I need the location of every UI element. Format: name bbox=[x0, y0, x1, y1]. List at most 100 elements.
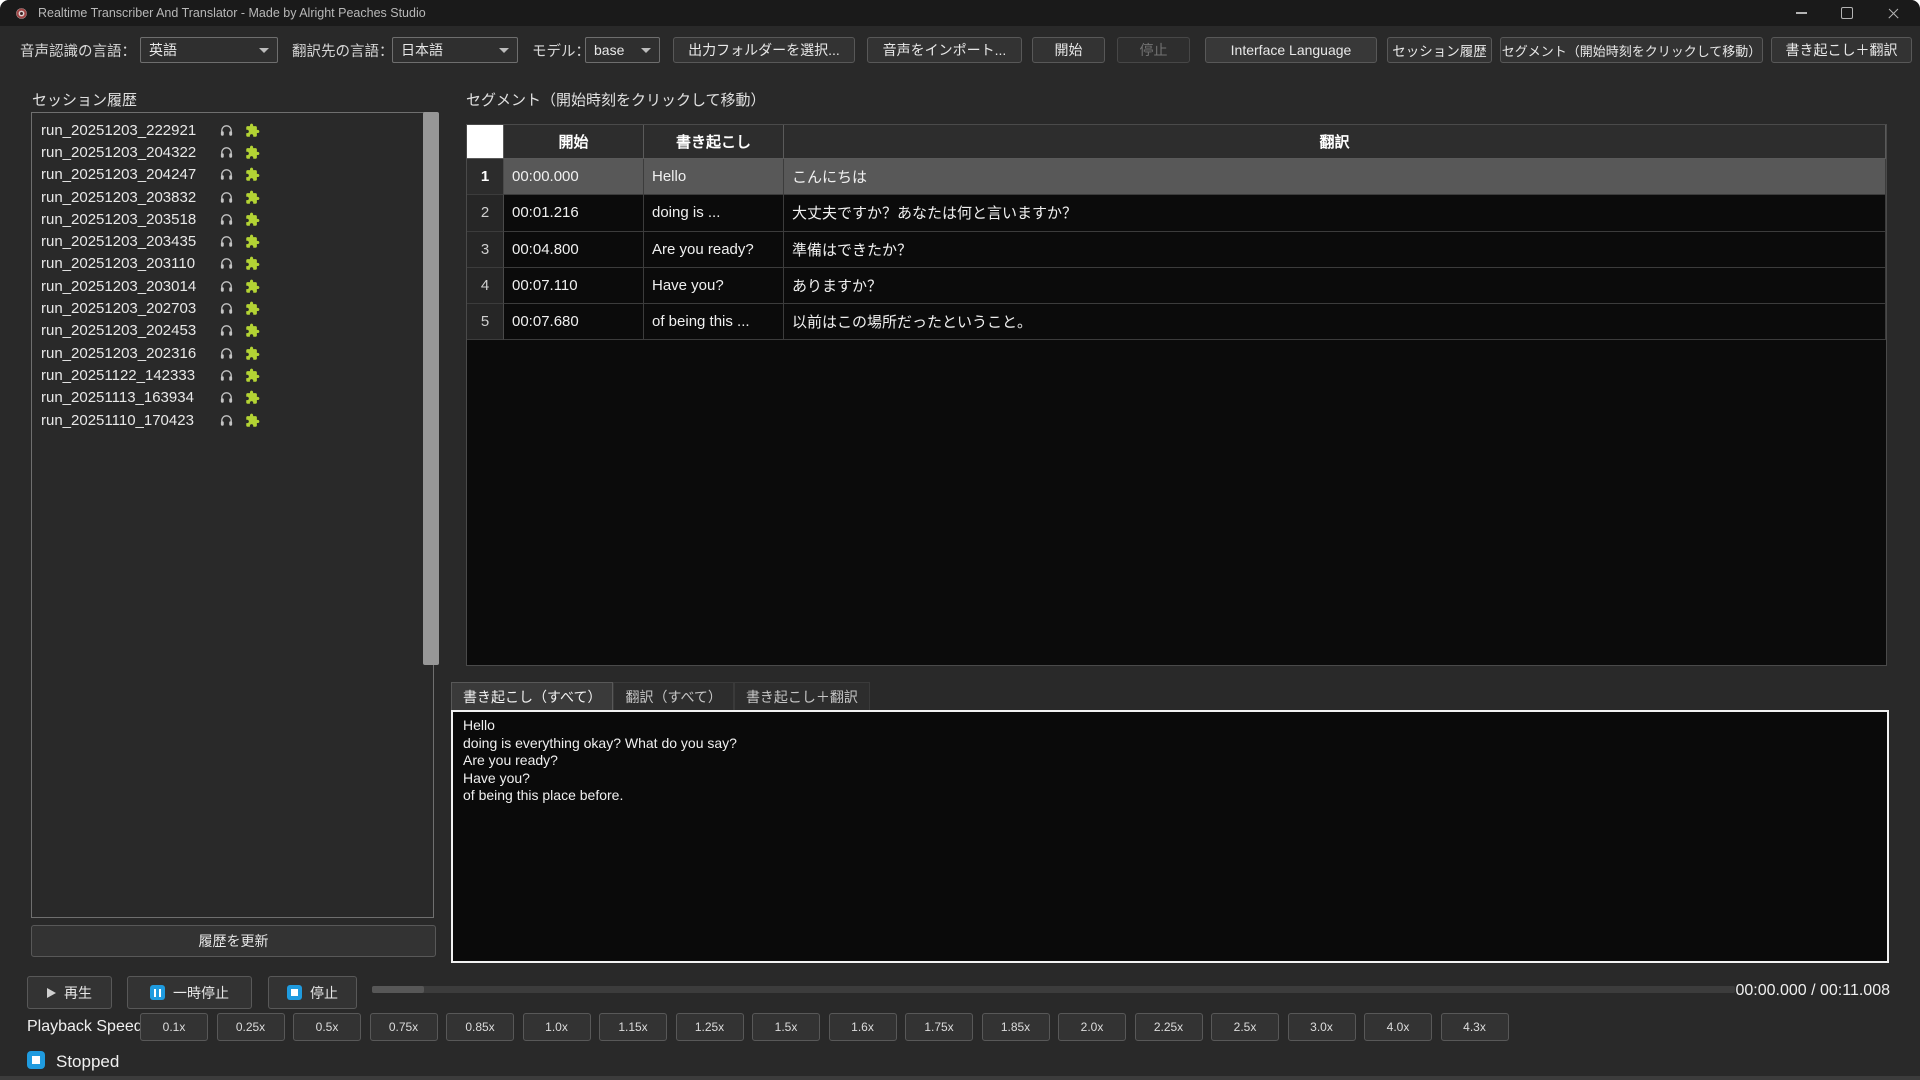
speed-button-2.0x[interactable]: 2.0x bbox=[1058, 1013, 1126, 1041]
segment-transcript[interactable]: of being this ... bbox=[644, 304, 784, 340]
speed-button-0.5x[interactable]: 0.5x bbox=[293, 1013, 361, 1041]
segment-row-number[interactable]: 1 bbox=[467, 159, 504, 195]
playback-speed-buttons: 0.1x 0.25x 0.5x 0.75x 0.85x 1.0x 1.15x 1.25x 1.5… bbox=[140, 1013, 1509, 1041]
speed-button-1.15x[interactable]: 1.15x bbox=[599, 1013, 667, 1041]
headphones-icon bbox=[219, 256, 234, 271]
session-list-item[interactable]: run_20251203_202703 bbox=[32, 297, 433, 319]
puzzle-icon bbox=[245, 190, 260, 205]
app-window: Realtime Transcriber And Translator - Ma… bbox=[0, 0, 1920, 1080]
segment-row-number[interactable]: 2 bbox=[467, 195, 504, 231]
tab-transcript-and-translation[interactable]: 書き起こし＋翻訳 bbox=[734, 682, 870, 710]
speed-button-2.5x[interactable]: 2.5x bbox=[1211, 1013, 1279, 1041]
segment-row-number[interactable]: 4 bbox=[467, 268, 504, 304]
puzzle-icon bbox=[245, 346, 260, 361]
segment-start-time[interactable]: 00:04.800 bbox=[504, 232, 644, 268]
speed-button-1.25x[interactable]: 1.25x bbox=[676, 1013, 744, 1041]
session-list-item[interactable]: run_20251203_203014 bbox=[32, 275, 433, 297]
session-list-item[interactable]: run_20251203_203110 bbox=[32, 253, 433, 275]
session-list-item[interactable]: run_20251110_170423 bbox=[32, 409, 433, 431]
table-corner-cell[interactable] bbox=[467, 125, 504, 159]
segment-transcript[interactable]: Are you ready? bbox=[644, 232, 784, 268]
session-item-label: run_20251203_204247 bbox=[41, 166, 217, 183]
minimize-button[interactable] bbox=[1778, 0, 1824, 26]
model-select[interactable]: base bbox=[585, 37, 660, 63]
speed-button-1.6x[interactable]: 1.6x bbox=[829, 1013, 897, 1041]
speed-button-0.1x[interactable]: 0.1x bbox=[140, 1013, 208, 1041]
session-list-item[interactable]: run_20251203_202316 bbox=[32, 342, 433, 364]
puzzle-icon bbox=[245, 323, 260, 338]
play-button[interactable]: 再生 bbox=[27, 976, 112, 1009]
segment-transcript[interactable]: doing is ... bbox=[644, 195, 784, 231]
speed-button-1.5x[interactable]: 1.5x bbox=[752, 1013, 820, 1041]
session-list-item[interactable]: run_20251203_204247 bbox=[32, 164, 433, 186]
session-list-item[interactable]: run_20251113_163934 bbox=[32, 387, 433, 409]
column-header-translation[interactable]: 翻訳 bbox=[784, 125, 1886, 159]
segment-start-time[interactable]: 00:00.000 bbox=[504, 159, 644, 195]
segment-start-time[interactable]: 00:07.680 bbox=[504, 304, 644, 340]
pause-button[interactable]: 一時停止 bbox=[127, 976, 252, 1009]
session-list-item[interactable]: run_20251203_203832 bbox=[32, 186, 433, 208]
segment-transcript[interactable]: Hello bbox=[644, 159, 784, 195]
seek-slider-handle[interactable] bbox=[372, 986, 424, 993]
column-header-transcript[interactable]: 書き起こし bbox=[644, 125, 784, 159]
segment-start-time[interactable]: 00:01.216 bbox=[504, 195, 644, 231]
speed-button-1.0x[interactable]: 1.0x bbox=[523, 1013, 591, 1041]
maximize-button[interactable] bbox=[1824, 0, 1870, 26]
segment-row-number[interactable]: 3 bbox=[467, 232, 504, 268]
vertical-scrollbar[interactable] bbox=[423, 112, 439, 665]
tab-translation-all[interactable]: 翻訳（すべて） bbox=[613, 682, 733, 710]
toggle-transcript-translation-button[interactable]: 書き起こし＋翻訳 bbox=[1771, 37, 1912, 63]
puzzle-icon bbox=[245, 279, 260, 294]
speed-button-2.25x[interactable]: 2.25x bbox=[1135, 1013, 1203, 1041]
segment-translation[interactable]: 以前はこの場所だったということ。 bbox=[784, 304, 1886, 340]
segment-start-time[interactable]: 00:07.110 bbox=[504, 268, 644, 304]
segment-translation[interactable]: こんにちは bbox=[784, 159, 1886, 195]
import-audio-button[interactable]: 音声をインポート... bbox=[867, 37, 1022, 63]
speed-button-4.3x[interactable]: 4.3x bbox=[1441, 1013, 1509, 1041]
tab-transcript-all[interactable]: 書き起こし（すべて） bbox=[451, 682, 613, 710]
session-list-item[interactable]: run_20251203_202453 bbox=[32, 320, 433, 342]
segment-row-number[interactable]: 5 bbox=[467, 304, 504, 340]
session-item-label: run_20251203_202453 bbox=[41, 322, 217, 339]
status-stop-icon bbox=[27, 1051, 45, 1069]
session-list-item[interactable]: run_20251203_203435 bbox=[32, 230, 433, 252]
segment-transcript[interactable]: Have you? bbox=[644, 268, 784, 304]
headphones-icon bbox=[219, 413, 234, 428]
source-language-select[interactable]: 英語 bbox=[140, 37, 278, 63]
speed-button-1.85x[interactable]: 1.85x bbox=[982, 1013, 1050, 1041]
segment-translation[interactable]: 準備はできたか？ bbox=[784, 232, 1886, 268]
toggle-segments-button[interactable]: セグメント（開始時刻をクリックして移動） bbox=[1500, 37, 1763, 63]
target-language-select[interactable]: 日本語 bbox=[392, 37, 518, 63]
session-list-item[interactable]: run_20251203_204322 bbox=[32, 141, 433, 163]
seek-slider[interactable] bbox=[372, 986, 1735, 993]
close-button[interactable] bbox=[1870, 0, 1916, 26]
headphones-icon bbox=[219, 167, 234, 182]
select-output-folder-button[interactable]: 出力フォルダーを選択... bbox=[673, 37, 855, 63]
session-list-item[interactable]: run_20251122_142333 bbox=[32, 364, 433, 386]
model-value: base bbox=[594, 42, 624, 58]
refresh-history-button[interactable]: 履歴を更新 bbox=[31, 925, 436, 957]
segment-translation[interactable]: 大丈夫ですか？あなたは何と言いますか？ bbox=[784, 195, 1886, 231]
segment-translation[interactable]: ありますか？ bbox=[784, 268, 1886, 304]
window-controls bbox=[1778, 0, 1916, 26]
speed-button-0.25x[interactable]: 0.25x bbox=[217, 1013, 285, 1041]
speed-button-4.0x[interactable]: 4.0x bbox=[1364, 1013, 1432, 1041]
session-list-item[interactable]: run_20251203_203518 bbox=[32, 208, 433, 230]
session-list-item[interactable]: run_20251203_222921 bbox=[32, 119, 433, 141]
start-button[interactable]: 開始 bbox=[1032, 37, 1105, 63]
table-empty-area bbox=[467, 340, 1886, 665]
speed-button-0.75x[interactable]: 0.75x bbox=[370, 1013, 438, 1041]
toggle-session-history-button[interactable]: セッション履歴 bbox=[1387, 37, 1492, 63]
interface-language-button[interactable]: Interface Language bbox=[1205, 37, 1377, 63]
stop-button[interactable]: 停止 bbox=[1117, 37, 1190, 63]
speed-button-0.85x[interactable]: 0.85x bbox=[446, 1013, 514, 1041]
transcript-textarea[interactable]: Hello doing is everything okay? What do … bbox=[451, 710, 1889, 963]
speed-button-3.0x[interactable]: 3.0x bbox=[1288, 1013, 1356, 1041]
puzzle-icon bbox=[245, 368, 260, 383]
headphones-icon bbox=[219, 279, 234, 294]
speed-button-1.75x[interactable]: 1.75x bbox=[905, 1013, 973, 1041]
column-header-start[interactable]: 開始 bbox=[504, 125, 644, 159]
stop-button-label: 停止 bbox=[310, 983, 338, 1003]
stop-playback-button[interactable]: 停止 bbox=[268, 976, 357, 1009]
session-list[interactable]: run_20251203_222921 run_20251203_204322 bbox=[31, 112, 434, 918]
